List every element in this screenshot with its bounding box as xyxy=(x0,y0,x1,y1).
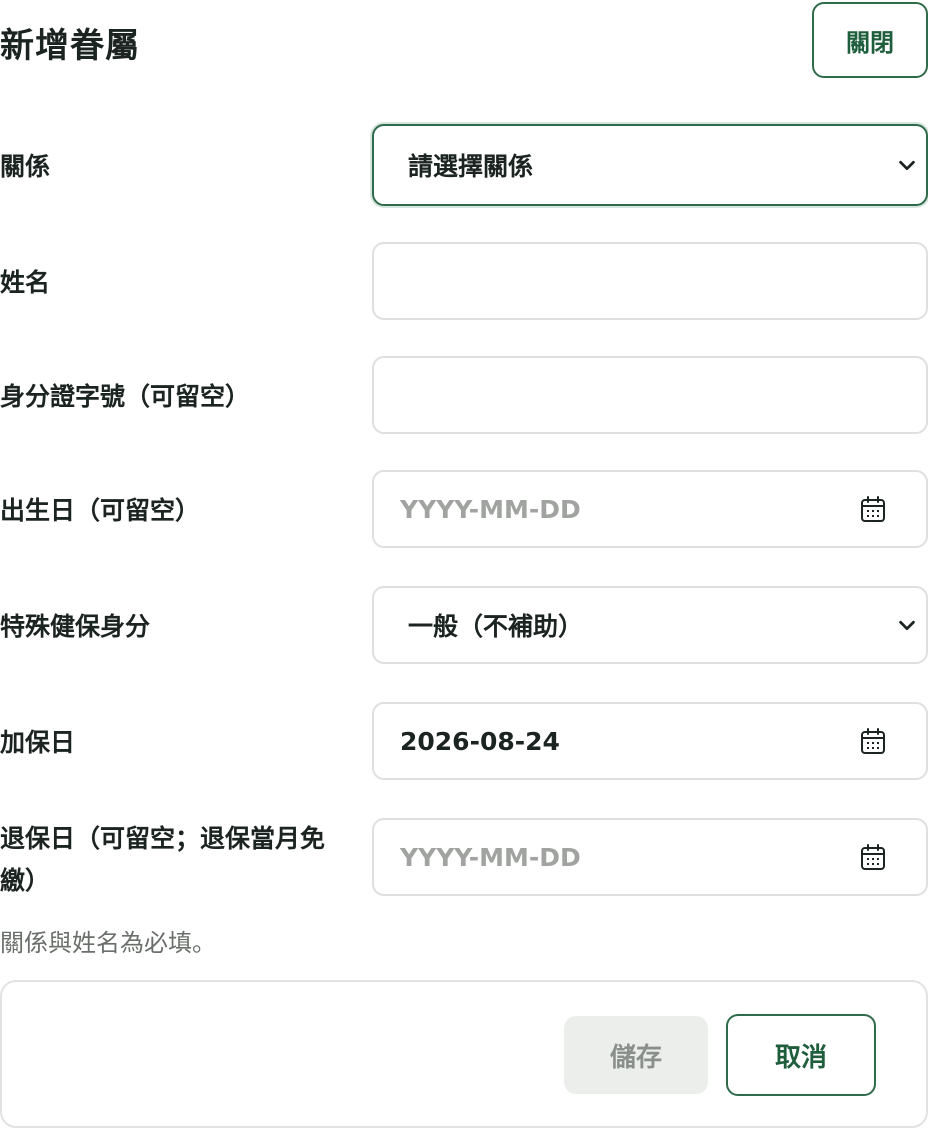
required-hint: 關係與姓名為必填。 xyxy=(0,929,216,957)
withdraw-date-input[interactable]: YYYY-MM-DD xyxy=(372,818,928,896)
page-title: 新增眷屬 xyxy=(0,26,140,66)
name-label: 姓名 xyxy=(0,268,51,297)
birthdate-label: 出生日（可留空） xyxy=(0,496,201,525)
enroll-date-value: 2026-08-24 xyxy=(400,726,560,756)
save-button[interactable]: 儲存 xyxy=(564,1016,708,1094)
form-footer: 儲存 取消 xyxy=(0,980,928,1128)
calendar-icon[interactable] xyxy=(860,727,886,755)
special-status-label: 特殊健保身分 xyxy=(0,612,151,641)
birthdate-input[interactable]: YYYY-MM-DD xyxy=(372,470,928,548)
cancel-button[interactable]: 取消 xyxy=(726,1014,876,1096)
id-number-label: 身分證字號（可留空） xyxy=(0,382,251,411)
birthdate-placeholder: YYYY-MM-DD xyxy=(400,494,581,524)
enroll-date-label: 加保日 xyxy=(0,728,76,757)
enroll-date-input[interactable]: 2026-08-24 xyxy=(372,702,928,780)
name-input[interactable] xyxy=(372,242,928,320)
calendar-icon[interactable] xyxy=(860,843,886,871)
special-status-selected: 一般（不補助） xyxy=(408,612,584,641)
chevron-down-icon xyxy=(899,160,915,171)
chevron-down-icon xyxy=(899,620,915,631)
close-button[interactable]: 關閉 xyxy=(812,2,928,78)
special-status-select[interactable]: 一般（不補助） xyxy=(372,586,928,664)
id-number-input[interactable] xyxy=(372,356,928,434)
withdraw-date-label: 退保日（可留空；退保當月免繳） xyxy=(0,824,326,895)
relationship-select[interactable]: 請選擇關係 xyxy=(372,124,928,206)
relationship-label: 關係 xyxy=(0,152,51,181)
withdraw-date-placeholder: YYYY-MM-DD xyxy=(400,842,581,872)
calendar-icon[interactable] xyxy=(860,495,886,523)
relationship-selected: 請選擇關係 xyxy=(408,152,534,181)
